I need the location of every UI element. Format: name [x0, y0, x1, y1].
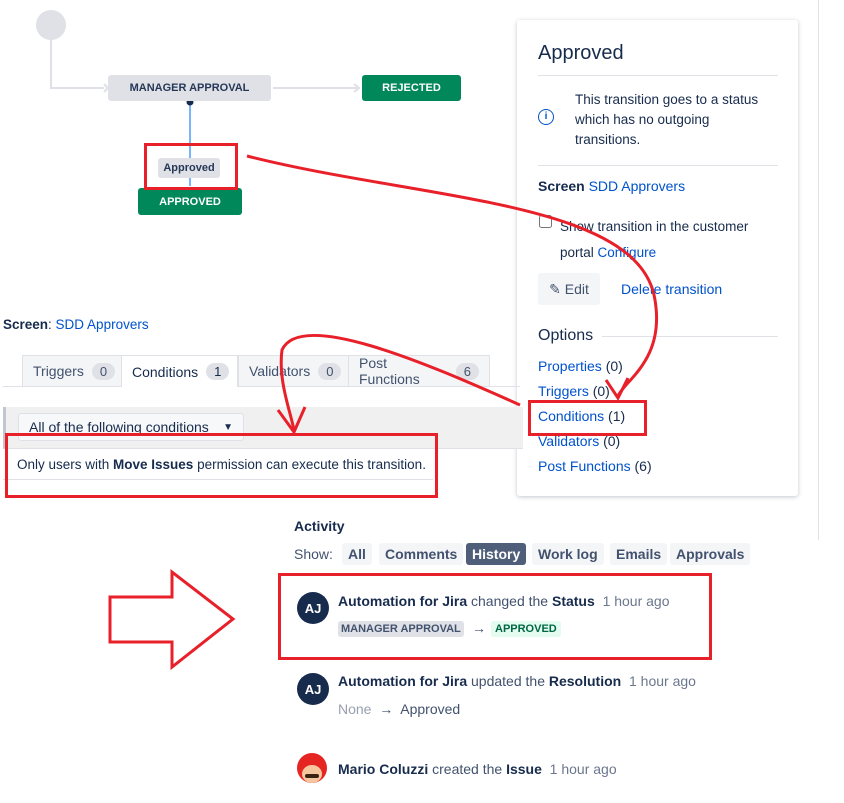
annotation-arrows: [108, 154, 659, 671]
